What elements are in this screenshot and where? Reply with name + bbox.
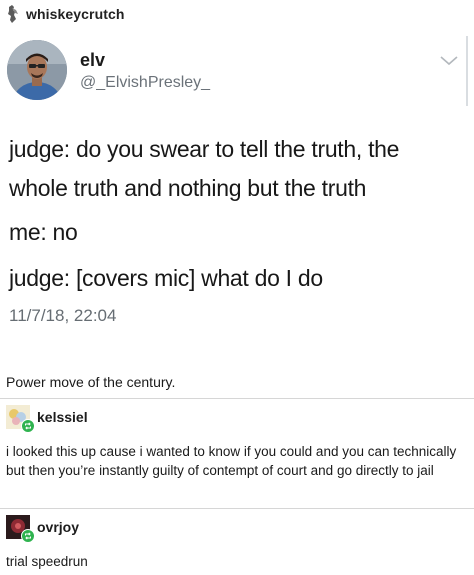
reply-username[interactable]: ovrjoy xyxy=(37,519,79,535)
chevron-down-icon[interactable] xyxy=(438,54,460,68)
reply-author[interactable]: kelssiel xyxy=(6,403,88,433)
reply-author[interactable]: ovrjoy xyxy=(6,513,79,543)
divider xyxy=(0,398,474,399)
embedded-tweet: elv @_ElvishPresley_ judge: do you swear… xyxy=(0,30,474,345)
tweet-text-line: judge: do you swear to tell the truth, t… xyxy=(9,136,400,162)
reply-avatar[interactable] xyxy=(6,405,35,433)
tweet-timestamp: 11/7/18, 22:04 xyxy=(9,306,117,325)
poster-avatar[interactable] xyxy=(6,5,20,23)
tweet-text-line: judge: [covers mic] what do I do xyxy=(9,265,323,291)
reply-avatar[interactable] xyxy=(6,515,35,543)
divider xyxy=(0,508,474,509)
card-edge xyxy=(466,36,468,106)
reply-text: trial speedrun xyxy=(6,554,88,569)
reblog-icon xyxy=(21,419,35,433)
post-author[interactable]: whiskeycrutch xyxy=(6,4,125,24)
tweet-text-line: whole truth and nothing but the truth xyxy=(9,175,367,201)
reply-text: i looked this up cause i wanted to know … xyxy=(6,444,457,478)
tweet-handle[interactable]: @_ElvishPresley_ xyxy=(80,74,210,92)
poster-username[interactable]: whiskeycrutch xyxy=(26,6,125,22)
tweet-display-name[interactable]: elv xyxy=(80,50,105,71)
tweet-avatar[interactable] xyxy=(7,40,67,100)
reply-username[interactable]: kelssiel xyxy=(37,409,88,425)
post-caption: Power move of the century. xyxy=(6,374,176,390)
tweet-text-line: me: no xyxy=(9,219,78,245)
reblog-icon xyxy=(21,529,35,543)
